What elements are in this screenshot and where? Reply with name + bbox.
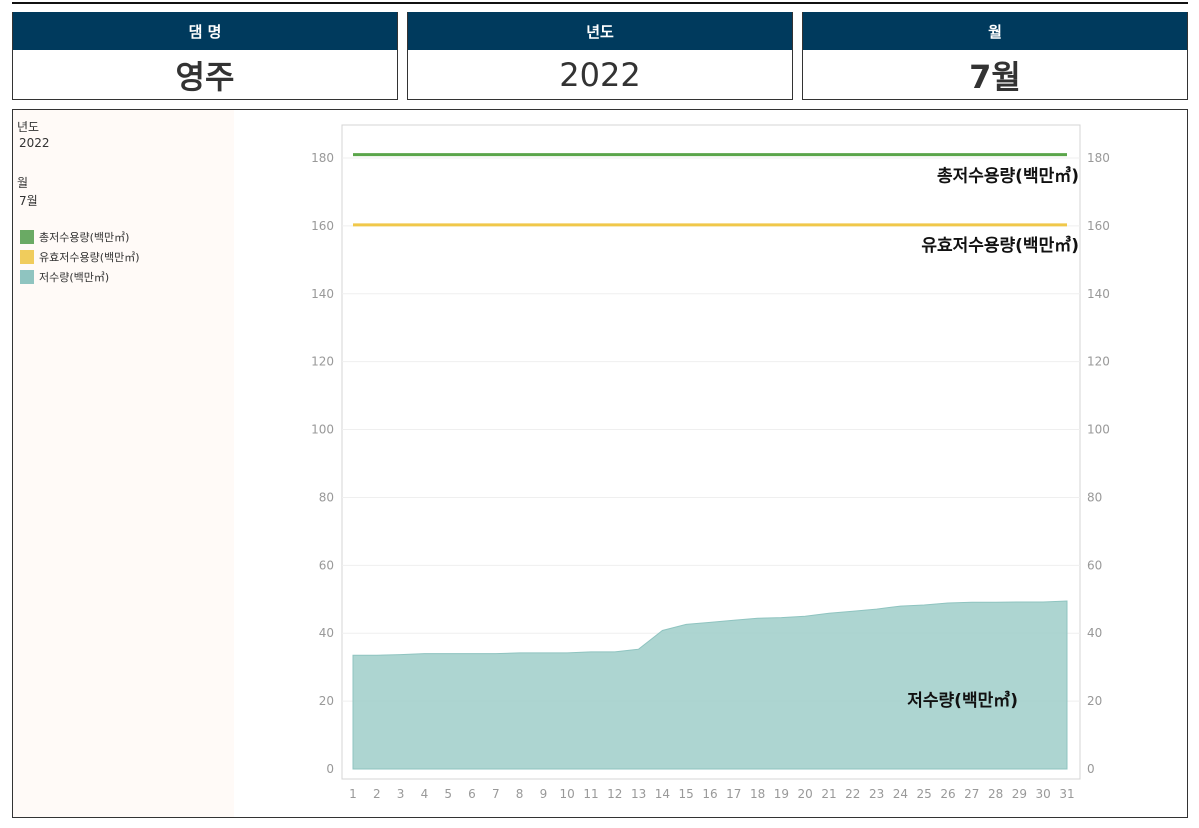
year-card-label: 년도 xyxy=(408,12,792,50)
month-card-label: 월 xyxy=(803,12,1187,50)
x-tick-label: 29 xyxy=(1012,787,1027,801)
y-tick-label-left: 180 xyxy=(311,151,334,165)
x-tick-label: 6 xyxy=(468,787,476,801)
dam-name-card: 댐 명 영주 xyxy=(12,12,398,100)
x-tick-label: 1 xyxy=(349,787,357,801)
y-tick-label-right: 40 xyxy=(1087,626,1102,640)
top-rule xyxy=(12,2,1188,4)
x-tick-label: 21 xyxy=(821,787,836,801)
y-tick-label-left: 100 xyxy=(311,423,334,437)
year-card: 년도 2022 xyxy=(407,12,793,100)
x-tick-label: 28 xyxy=(988,787,1003,801)
x-tick-label: 23 xyxy=(869,787,884,801)
x-tick-label: 20 xyxy=(798,787,813,801)
x-tick-label: 13 xyxy=(631,787,646,801)
y-tick-label-right: 0 xyxy=(1087,762,1095,776)
y-tick-label-right: 20 xyxy=(1087,694,1102,708)
x-tick-label: 2 xyxy=(373,787,381,801)
x-tick-label: 30 xyxy=(1036,787,1051,801)
month-card: 월 7월 xyxy=(802,12,1188,100)
dam-name-value: 영주 xyxy=(175,58,235,96)
y-tick-label-right: 60 xyxy=(1087,558,1102,572)
x-tick-label: 12 xyxy=(607,787,622,801)
x-tick-label: 22 xyxy=(845,787,860,801)
x-tick-label: 3 xyxy=(397,787,405,801)
x-tick-label: 11 xyxy=(583,787,598,801)
month-card-value: 7월 xyxy=(969,58,1021,96)
x-tick-label: 4 xyxy=(421,787,429,801)
year-card-value: 2022 xyxy=(559,56,641,94)
series-label-total-capacity: 총저수용량(백만㎥) xyxy=(937,166,1079,187)
x-tick-label: 14 xyxy=(655,787,670,801)
y-tick-label-left: 140 xyxy=(311,287,334,301)
y-tick-label-right: 160 xyxy=(1087,219,1110,233)
series-label-effective-capacity: 유효저수용량(백만㎥) xyxy=(921,235,1079,256)
x-tick-label: 10 xyxy=(560,787,575,801)
y-tick-label-left: 80 xyxy=(319,490,334,504)
dam-name-label: 댐 명 xyxy=(13,12,397,50)
x-tick-label: 8 xyxy=(516,787,524,801)
y-tick-label-right: 180 xyxy=(1087,151,1110,165)
x-tick-label: 24 xyxy=(893,787,908,801)
x-tick-label: 16 xyxy=(702,787,717,801)
y-tick-label-right: 120 xyxy=(1087,355,1110,369)
x-tick-label: 9 xyxy=(540,787,548,801)
y-tick-label-left: 60 xyxy=(319,558,334,572)
x-tick-label: 18 xyxy=(750,787,765,801)
area-chart: 0 020 2040 4060 6080 80100 100120 120140 140160 1… xyxy=(311,124,1110,801)
x-tick-label: 31 xyxy=(1059,787,1074,801)
x-tick-label: 17 xyxy=(726,787,741,801)
y-tick-label-left: 40 xyxy=(319,626,334,640)
x-tick-label: 26 xyxy=(940,787,955,801)
x-tick-label: 5 xyxy=(444,787,452,801)
y-tick-label-right: 80 xyxy=(1087,490,1102,504)
x-tick-label: 15 xyxy=(679,787,694,801)
y-tick-label-left: 160 xyxy=(311,219,334,233)
x-tick-label: 7 xyxy=(492,787,500,801)
y-tick-label-left: 120 xyxy=(311,355,334,369)
y-tick-label-left: 0 xyxy=(326,762,334,776)
x-tick-label: 25 xyxy=(917,787,932,801)
series-label-storage: 저수량(백만㎥) xyxy=(907,690,1018,711)
x-tick-label: 19 xyxy=(774,787,789,801)
x-tick-label: 27 xyxy=(964,787,979,801)
chart-panel: 년도 2022 월 7월 총저수용량(백만㎥) 유효저수용량(백만㎥) 저수량(… xyxy=(12,109,1188,818)
y-tick-label-right: 140 xyxy=(1087,287,1110,301)
y-tick-label-right: 100 xyxy=(1087,423,1110,437)
y-tick-label-left: 20 xyxy=(319,694,334,708)
